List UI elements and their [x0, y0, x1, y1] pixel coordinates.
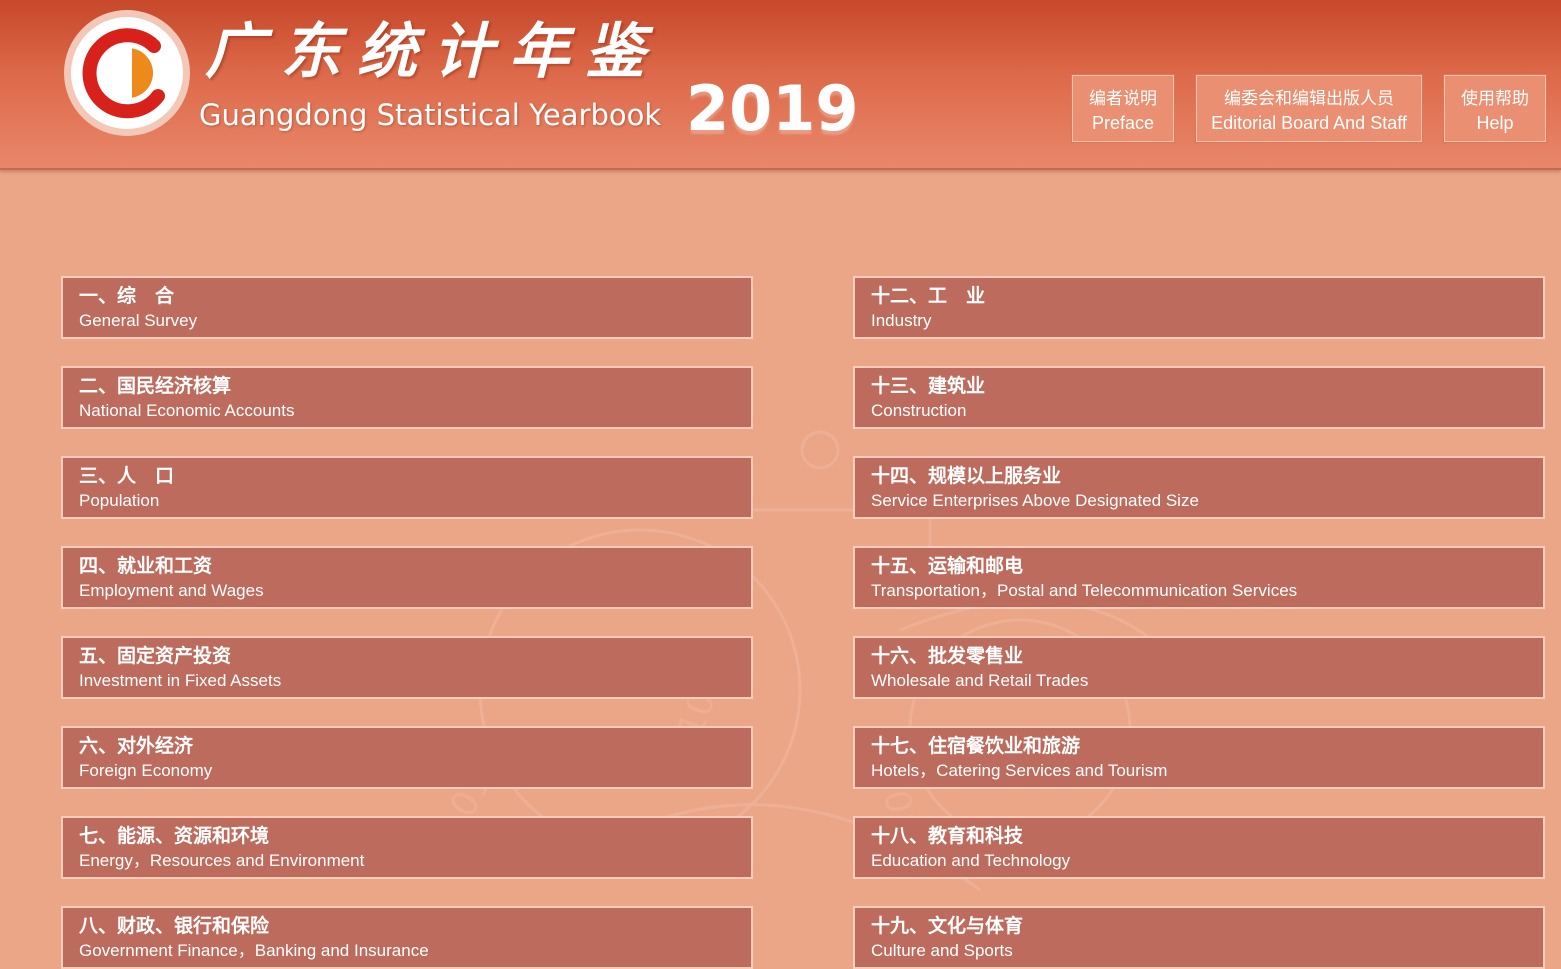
chapter-title-en: Education and Technology	[871, 851, 1071, 870]
chapter-title-cn: 十九、文化与体育	[871, 915, 1024, 937]
chapter-link-culture-sports[interactable]: 十九、文化与体育 Culture and Sports	[853, 906, 1545, 969]
chapter-link-employment-and-wages[interactable]: 四、就业和工资 Employment and Wages	[61, 546, 753, 609]
chapter-link-service-enterprises[interactable]: 十四、规模以上服务业 Service Enterprises Above Des…	[853, 456, 1545, 519]
chapter-title-en: Culture and Sports	[871, 941, 1013, 960]
chapter-title-en: Transportation，Postal and Telecommunicat…	[871, 581, 1298, 600]
chapter-link-wholesale-retail[interactable]: 十六、批发零售业 Wholesale and Retail Trades	[853, 636, 1545, 699]
chapter-title-cn: 八、财政、银行和保险	[79, 915, 270, 937]
chapter-link-national-economic-accounts[interactable]: 二、国民经济核算 National Economic Accounts	[61, 366, 753, 429]
chapter-title-cn: 五、固定资产投资	[79, 645, 232, 667]
chapter-title-en: Foreign Economy	[79, 761, 213, 780]
chapter-title-cn: 四、就业和工资	[79, 555, 213, 577]
chapter-link-investment-in-fixed-assets[interactable]: 五、固定资产投资 Investment in Fixed Assets	[61, 636, 753, 699]
chapter-title-en: General Survey	[79, 311, 198, 330]
chapter-link-hotels-catering-tourism[interactable]: 十七、住宿餐饮业和旅游 Hotels，Catering Services and…	[853, 726, 1545, 789]
chapter-title-cn: 二、国民经济核算	[79, 375, 232, 397]
chapter-title-cn: 十八、教育和科技	[871, 825, 1024, 847]
chapter-title-en: Hotels，Catering Services and Tourism	[871, 761, 1168, 780]
chapter-link-education-technology[interactable]: 十八、教育和科技 Education and Technology	[853, 816, 1545, 879]
chapter-title-en: Employment and Wages	[79, 581, 264, 600]
chapter-title-en: Wholesale and Retail Trades	[871, 671, 1089, 690]
chapter-title-en: Construction	[871, 401, 967, 420]
chapter-link-energy-resources-environment[interactable]: 七、能源、资源和环境 Energy，Resources and Environm…	[61, 816, 753, 879]
chapter-title-cn: 十三、建筑业	[871, 375, 986, 397]
chapter-link-general-survey[interactable]: 一、综 合 General Survey	[61, 276, 753, 339]
chapter-title-cn: 六、对外经济	[79, 735, 194, 757]
chapter-title-en: Service Enterprises Above Designated Siz…	[871, 491, 1199, 510]
chapter-title-en: Government Finance，Banking and Insurance	[79, 941, 429, 960]
chapter-title-en: Industry	[871, 311, 932, 330]
chapter-title-cn: 一、综 合	[79, 285, 175, 307]
chapter-link-construction[interactable]: 十三、建筑业 Construction	[853, 366, 1545, 429]
chapter-title-cn: 三、人 口	[79, 465, 175, 487]
chapter-title-en: Investment in Fixed Assets	[79, 671, 282, 690]
chapter-title-en: Population	[79, 491, 160, 510]
chapter-title-cn: 十七、住宿餐饮业和旅游	[871, 735, 1081, 757]
chapter-link-population[interactable]: 三、人 口 Population	[61, 456, 753, 519]
chapter-title-en: National Economic Accounts	[79, 401, 295, 420]
chapter-link-foreign-economy[interactable]: 六、对外经济 Foreign Economy	[61, 726, 753, 789]
chapter-title-en: Energy，Resources and Environment	[79, 851, 365, 870]
chapter-title-cn: 十五、运输和邮电	[871, 555, 1024, 577]
chapter-title-cn: 十二、工 业	[871, 285, 986, 307]
chapter-title-cn: 七、能源、资源和环境	[79, 825, 270, 847]
chapter-title-cn: 十六、批发零售业	[871, 645, 1024, 667]
chapter-link-transportation-postal[interactable]: 十五、运输和邮电 Transportation，Postal and Telec…	[853, 546, 1545, 609]
chapter-title-cn: 十四、规模以上服务业	[871, 465, 1062, 487]
chapter-grid: 一、综 合 General Survey 二、国民经济核算 National E…	[0, 0, 1561, 969]
chapter-link-government-finance[interactable]: 八、财政、银行和保险 Government Finance，Banking an…	[61, 906, 753, 969]
chapter-link-industry[interactable]: 十二、工 业 Industry	[853, 276, 1545, 339]
